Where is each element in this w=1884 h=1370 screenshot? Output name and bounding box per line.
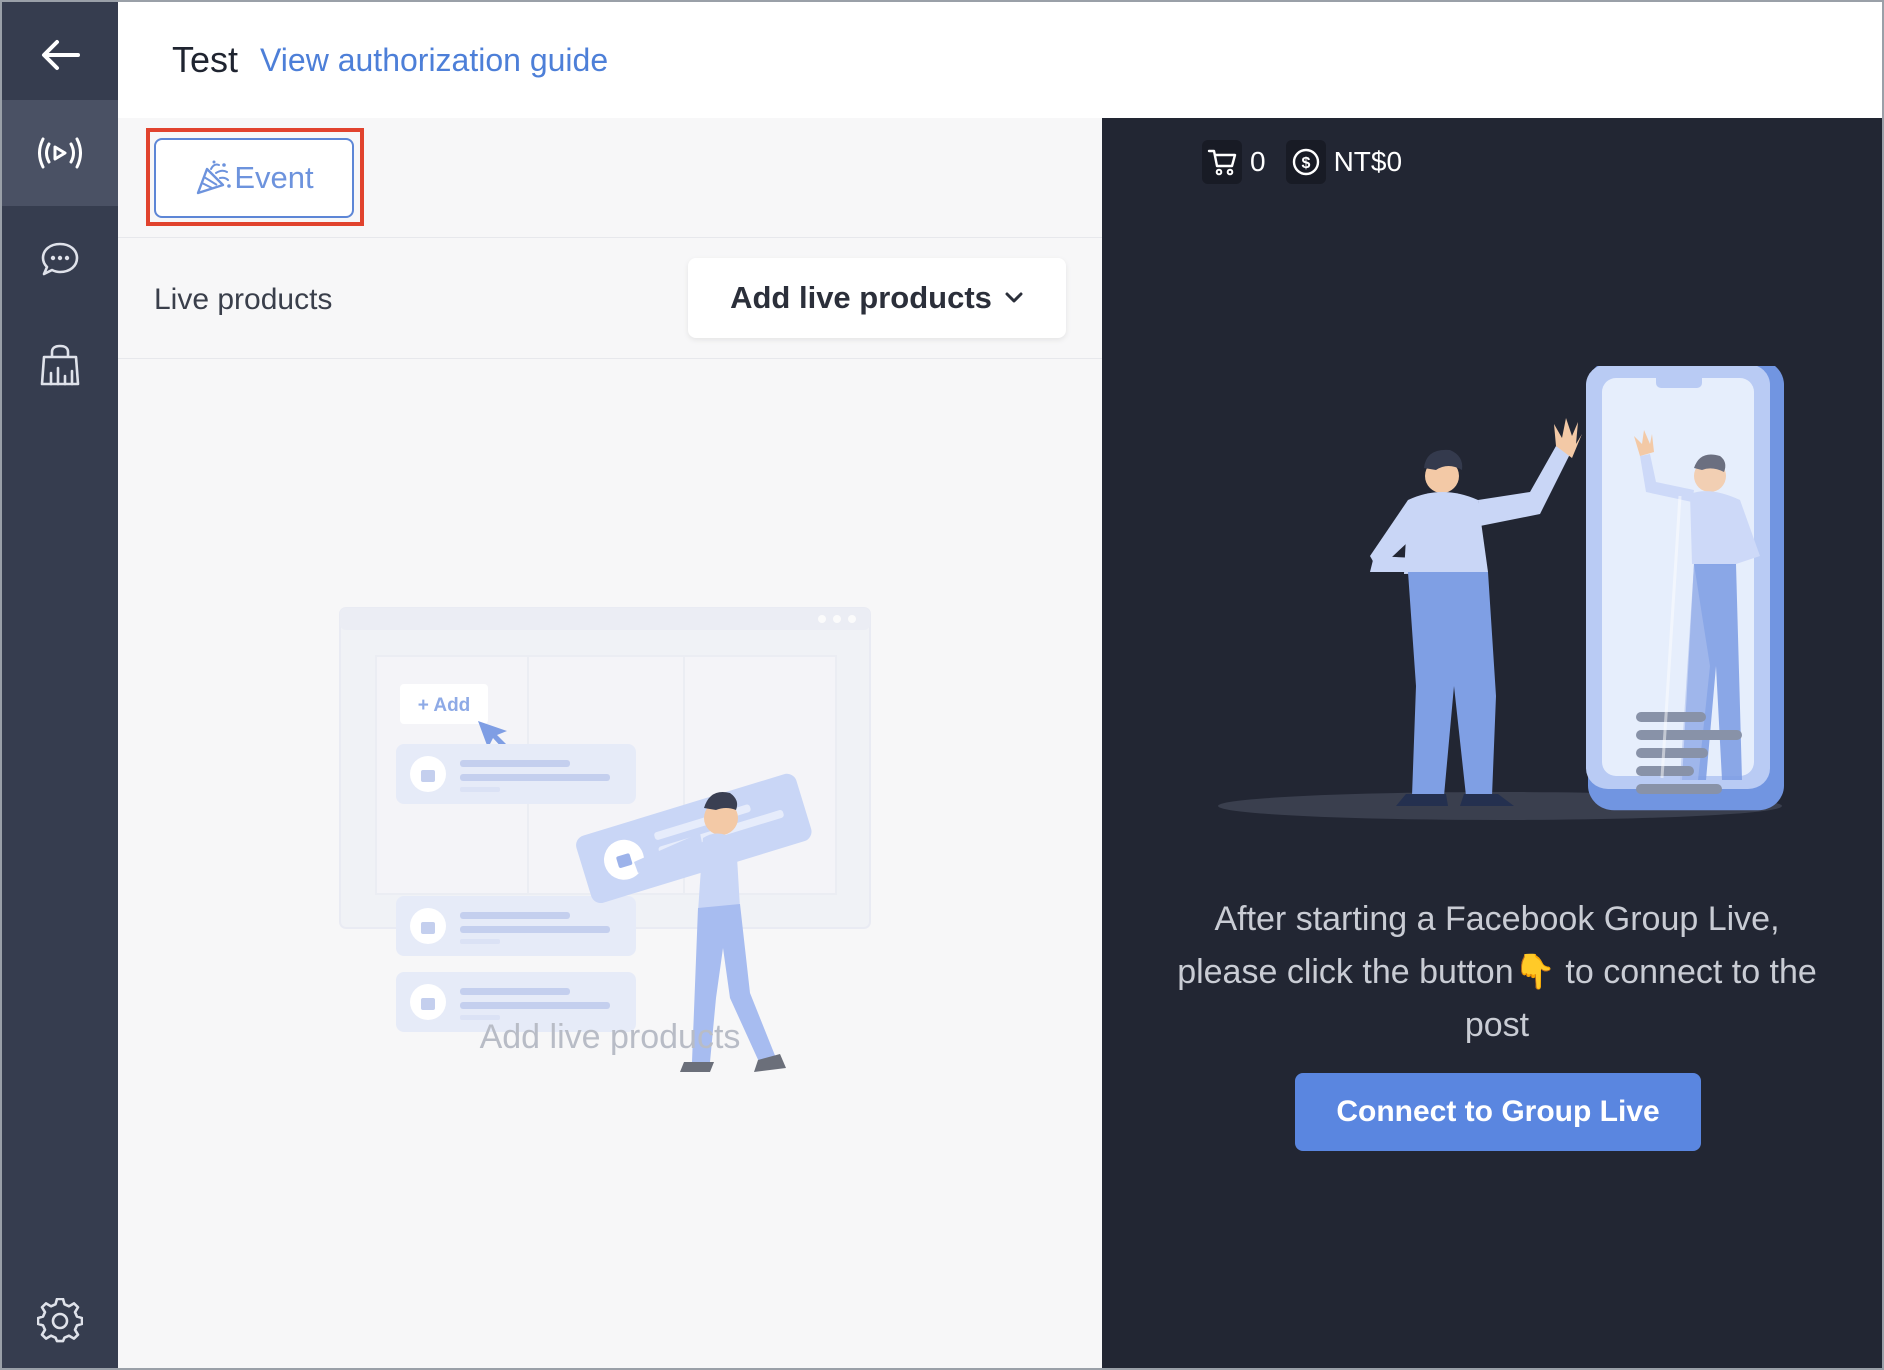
chat-icon <box>41 242 79 276</box>
live-broadcast-icon <box>38 137 82 169</box>
sidebar-item-live[interactable] <box>2 100 118 206</box>
sidebar <box>2 2 118 1368</box>
cart-stat: 0 <box>1202 140 1266 184</box>
group-live-illustration <box>1218 366 1784 820</box>
products-panel: Event Live products Add live products + … <box>118 118 1102 1368</box>
empty-state-illustration: + Add <box>339 607 871 1072</box>
connect-instructions: After starting a Facebook Group Live, pl… <box>1162 893 1832 1052</box>
empty-state-label: Add live products <box>479 1018 741 1056</box>
chevron-down-icon <box>1005 292 1023 303</box>
connect-group-live-button[interactable]: Connect to Group Live <box>1295 1073 1701 1151</box>
gear-icon <box>37 1298 83 1343</box>
cart-count: 0 <box>1250 146 1266 177</box>
dollar-coin-icon: $ <box>1285 140 1326 184</box>
point-down-emoji: 👇 <box>1513 953 1556 991</box>
page-title: Test <box>172 39 239 80</box>
sidebar-item-settings[interactable] <box>2 1268 118 1368</box>
app-window: Test View authorization guide Event Live… <box>0 0 1884 1370</box>
back-arrow-icon <box>42 40 80 70</box>
connect-button-label: Connect to Group Live <box>1336 1095 1660 1128</box>
add-live-products-dropdown[interactable]: Add live products <box>688 258 1066 338</box>
back-button[interactable] <box>2 2 118 108</box>
live-products-label: Live products <box>154 283 333 316</box>
shop-icon <box>40 344 80 386</box>
sidebar-item-chat[interactable] <box>2 206 118 312</box>
illustration-add-label: + Add <box>418 695 471 716</box>
authorization-guide-link[interactable]: View authorization guide <box>260 42 608 79</box>
svg-text:$: $ <box>1301 155 1310 172</box>
event-button-label: Event <box>234 160 314 195</box>
revenue-stat: $ NT$0 <box>1285 140 1403 184</box>
add-live-products-label: Add live products <box>730 280 992 315</box>
event-button[interactable]: Event <box>154 138 354 218</box>
order-stats: 0 $ NT$0 <box>1202 140 1422 184</box>
live-preview-panel: 0 $ NT$0 After starting a Facebook Group… <box>1102 118 1882 1368</box>
live-products-header: Live products Add live products <box>118 239 1102 359</box>
revenue-amount: NT$0 <box>1333 146 1403 177</box>
party-popper-icon <box>197 160 232 195</box>
sidebar-item-shop[interactable] <box>2 312 118 418</box>
event-toolbar: Event <box>118 118 1102 238</box>
header: Test View authorization guide <box>118 2 1882 118</box>
cart-icon <box>1202 140 1242 184</box>
